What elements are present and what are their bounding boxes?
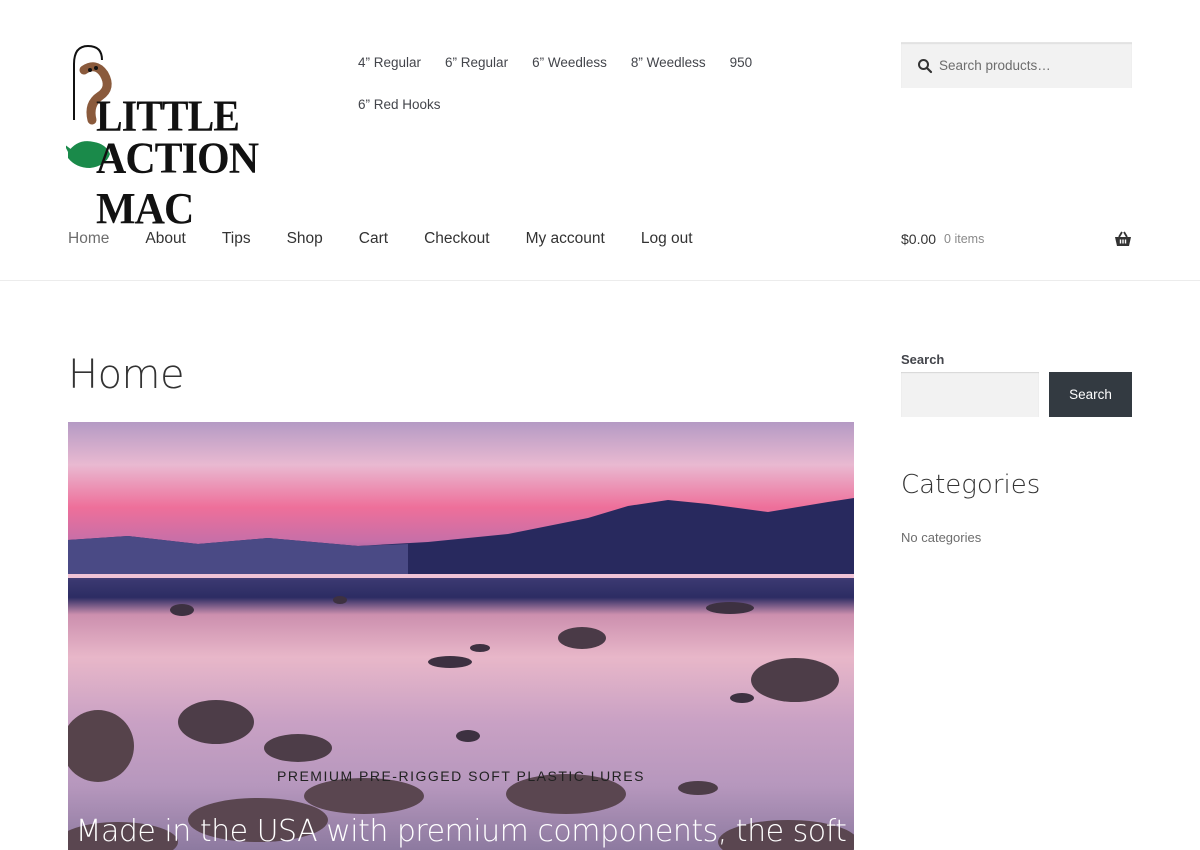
secondary-nav-item-6in-red-hooks[interactable]: 6” Red Hooks: [358, 96, 441, 138]
hero-banner: PREMIUM PRE-RIGGED SOFT PLASTIC LURES Ma…: [68, 422, 854, 850]
nav-checkout[interactable]: Checkout: [424, 230, 489, 248]
categories-title: Categories: [901, 470, 1041, 500]
nav-home[interactable]: Home: [68, 230, 109, 248]
sidebar-search-button[interactable]: Search: [1049, 372, 1132, 417]
search-icon: [918, 58, 933, 73]
basket-icon: [1115, 231, 1131, 246]
cart-count: 0 items: [944, 232, 985, 246]
header-divider: [0, 280, 1200, 281]
search-products-input[interactable]: [939, 58, 1129, 73]
secondary-nav-item-950[interactable]: 950: [730, 54, 753, 96]
secondary-nav-item-6in-regular[interactable]: 6” Regular: [445, 54, 508, 96]
header-search: [901, 42, 1132, 88]
categories-empty-text: No categories: [901, 530, 982, 545]
secondary-nav: 4” Regular 6” Regular 6” Weedless 8” Weedle…: [358, 54, 838, 138]
secondary-nav-item-8in-weedless[interactable]: 8” Weedless: [631, 54, 706, 96]
sidebar-search-input[interactable]: [901, 372, 1039, 417]
secondary-nav-item-6in-weedless[interactable]: 6” Weedless: [532, 54, 607, 96]
nav-shop[interactable]: Shop: [287, 230, 323, 248]
nav-my-account[interactable]: My account: [526, 230, 605, 248]
sidebar-search-label: Search: [901, 352, 945, 367]
page-title: Home: [68, 352, 185, 398]
hero-tagline: PREMIUM PRE-RIGGED SOFT PLASTIC LURES: [277, 768, 645, 784]
hero-headline: Made in the USA with premium components,…: [75, 814, 847, 849]
header-cart[interactable]: $0.00 0 items: [901, 230, 1132, 248]
nav-tips[interactable]: Tips: [222, 230, 251, 248]
hero-landscape-image: [68, 498, 854, 850]
nav-cart[interactable]: Cart: [359, 230, 388, 248]
site-logo[interactable]: LITTLE ACTION MAC: [64, 40, 306, 233]
nav-log-out[interactable]: Log out: [641, 230, 693, 248]
cart-amount: $0.00: [901, 231, 937, 247]
primary-nav: Home About Tips Shop Cart Checkout My ac…: [68, 230, 729, 248]
secondary-nav-item-4in-regular[interactable]: 4” Regular: [358, 54, 421, 96]
nav-about[interactable]: About: [145, 230, 186, 248]
logo-line-2: ACTION MAC: [96, 134, 259, 234]
